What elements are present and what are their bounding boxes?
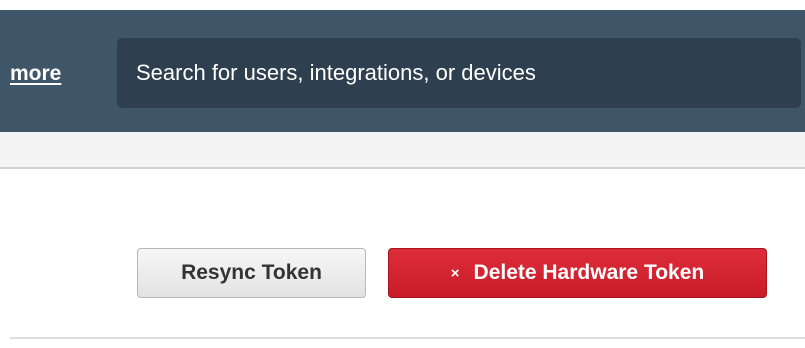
secondary-toolbar [0, 132, 805, 169]
more-link[interactable]: more [10, 62, 61, 86]
close-icon: × [450, 264, 460, 282]
delete-hardware-token-label: Delete Hardware Token [473, 261, 705, 284]
delete-hardware-token-button[interactable]: × Delete Hardware Token [388, 248, 767, 298]
search-box [117, 38, 801, 108]
resync-token-button[interactable]: Resync Token [137, 248, 366, 298]
top-navigation-bar: more [0, 10, 805, 132]
divider [10, 337, 805, 339]
search-input[interactable] [117, 38, 801, 108]
resync-token-label: Resync Token [181, 261, 322, 284]
